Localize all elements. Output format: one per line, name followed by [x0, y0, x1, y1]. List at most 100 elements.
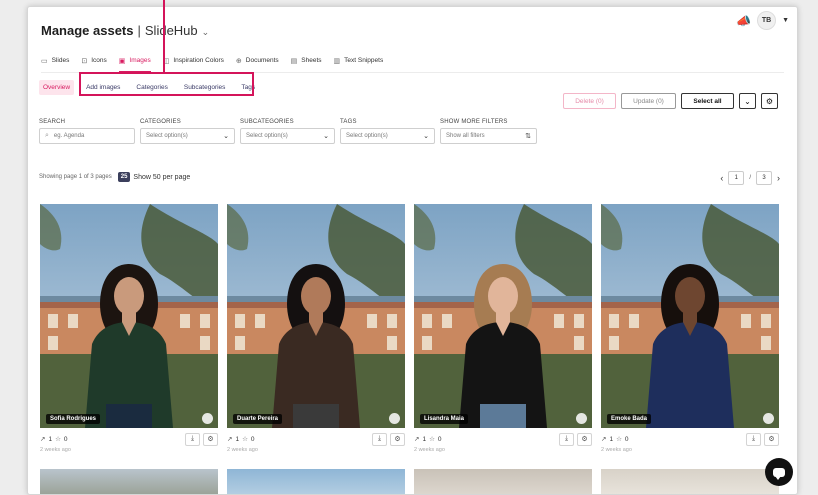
chevron-right-icon[interactable]: ›	[777, 173, 780, 183]
page-title: Manage assets | SlideHub ⌄	[41, 23, 209, 38]
asset-type-tabs: ▭ Slides ⊡ Icons ▣ Images ◫ Inspiration …	[41, 52, 383, 72]
download-icon[interactable]: ⤓	[185, 432, 200, 446]
search-input[interactable]: ⌕ eg. Agenda	[39, 128, 135, 144]
page-separator: /	[749, 175, 751, 181]
tags-select[interactable]: Select option(s) ⌄	[340, 128, 435, 144]
user-menu-caret-icon[interactable]: ▼	[782, 17, 789, 24]
chevron-down-icon[interactable]: ⌄	[202, 27, 210, 38]
tab-images[interactable]: ▣ Images	[118, 52, 151, 72]
star-icon[interactable]: ☆	[242, 435, 248, 443]
star-icon[interactable]: ☆	[616, 435, 622, 443]
uploaded-ago: 2 weeks ago	[40, 447, 71, 453]
trend-icon: ↗	[601, 436, 607, 443]
tab-label: Documents	[245, 57, 279, 64]
favorite-count: 0	[63, 435, 68, 443]
annotation-pointer-line	[163, 0, 165, 72]
more-filters: SHOW MORE FILTERS Show all filters ⇅	[440, 119, 537, 144]
per-page-badge[interactable]: 25	[117, 172, 131, 182]
tab-icons[interactable]: ⊡ Icons	[81, 52, 106, 72]
portrait-photo	[40, 204, 218, 428]
tags-value: Select option(s)	[346, 133, 388, 139]
image-grid-next-row	[40, 469, 779, 494]
gear-icon[interactable]: ⚙	[203, 432, 218, 446]
portrait-photo	[227, 204, 405, 428]
tab-inspiration-colors[interactable]: ◫ Inspiration Colors	[163, 52, 224, 72]
trend-icon: ↗	[40, 436, 46, 443]
icons-icon: ⊡	[81, 57, 88, 65]
categories-filter: CATEGORIES Select option(s) ⌄	[140, 119, 235, 144]
select-all-button[interactable]: Select all	[681, 93, 734, 109]
chevron-down-icon: ⌄	[323, 133, 329, 140]
image-card[interactable]: Emoke Bada ↗ 1 ☆ 0 ⤓ ⚙ 2 weeks ago	[601, 204, 779, 453]
workspace-switcher[interactable]: SlideHub	[145, 23, 198, 38]
image-card[interactable]: Sofia Rodrigues ↗ 1 ☆ 0 ⤓ ⚙ 2 weeks ago	[40, 204, 218, 453]
subcategories-select[interactable]: Select option(s) ⌄	[240, 128, 335, 144]
image-thumbnail[interactable]	[227, 469, 405, 494]
image-thumbnail[interactable]	[414, 469, 592, 494]
select-checkbox[interactable]	[389, 413, 400, 424]
subtab-overview[interactable]: Overview	[39, 80, 75, 95]
uploaded-ago: 2 weeks ago	[227, 447, 258, 453]
image-thumbnail[interactable]: Lisandra Maia	[414, 204, 592, 428]
portrait-photo	[414, 204, 592, 428]
download-icon[interactable]: ⤓	[746, 432, 761, 446]
update-button[interactable]: Update (0)	[621, 93, 676, 109]
image-card-meta: ↗ 1 ☆ 0 ⤓ ⚙	[40, 432, 218, 446]
tab-label: Sheets	[301, 57, 322, 64]
categories-value: Select option(s)	[146, 133, 188, 139]
slides-icon: ▭	[41, 57, 48, 65]
image-card[interactable]: Lisandra Maia ↗ 1 ☆ 0 ⤓ ⚙ 2 weeks ago	[414, 204, 592, 453]
avatar[interactable]: TB	[757, 11, 777, 30]
star-icon[interactable]: ☆	[55, 435, 61, 443]
delete-button[interactable]: Delete (0)	[563, 93, 616, 109]
image-thumbnail[interactable]: Sofia Rodrigues	[40, 204, 218, 428]
image-thumbnail[interactable]: Duarte Pereira	[227, 204, 405, 428]
categories-label: CATEGORIES	[140, 119, 181, 125]
tab-sheets[interactable]: ▤ Sheets	[291, 52, 322, 72]
favorite-count: 0	[624, 435, 629, 443]
paging-info: Showing page 1 of 3 pages 25 Show 50 per…	[39, 172, 190, 182]
chat-bubble-icon	[773, 467, 785, 480]
gear-icon[interactable]: ⚙	[761, 93, 778, 109]
tab-slides[interactable]: ▭ Slides	[41, 52, 69, 72]
user-area: 📣 TB ▼	[736, 11, 789, 30]
image-name-label: Duarte Pereira	[233, 414, 283, 424]
show-all-filters-button[interactable]: Show all filters ⇅	[440, 128, 537, 144]
tab-documents[interactable]: ⊕ Documents	[236, 52, 279, 72]
chat-button[interactable]	[765, 458, 793, 486]
tab-text-snippets[interactable]: ▥ Text Snippets	[334, 52, 384, 72]
categories-select[interactable]: Select option(s) ⌄	[140, 128, 235, 144]
images-icon: ▣	[118, 57, 126, 65]
favorite-count: 0	[250, 435, 255, 443]
tags-filter: TAGS Select option(s) ⌄	[340, 119, 435, 144]
download-icon[interactable]: ⤓	[559, 432, 574, 446]
image-card-meta: ↗ 1 ☆ 0 ⤓ ⚙	[227, 432, 405, 446]
image-card[interactable]: Duarte Pereira ↗ 1 ☆ 0 ⤓ ⚙ 2 weeks ago	[227, 204, 405, 453]
documents-icon: ⊕	[235, 57, 242, 65]
gear-icon[interactable]: ⚙	[764, 432, 779, 446]
current-page-input[interactable]: 1	[728, 171, 745, 185]
select-checkbox[interactable]	[763, 413, 774, 424]
tab-label: Icons	[91, 57, 107, 64]
uploaded-ago: 2 weeks ago	[601, 447, 632, 453]
chevron-left-icon[interactable]: ‹	[720, 173, 723, 183]
gear-icon[interactable]: ⚙	[577, 432, 592, 446]
chevron-down-icon[interactable]: ⌄	[739, 93, 756, 109]
star-icon[interactable]: ☆	[429, 435, 435, 443]
annotation-highlight-box	[79, 72, 254, 96]
image-card-meta: ↗ 1 ☆ 0 ⤓ ⚙	[601, 432, 779, 446]
favorite-count: 0	[437, 435, 442, 443]
download-icon[interactable]: ⤓	[372, 432, 387, 446]
select-checkbox[interactable]	[576, 413, 587, 424]
select-checkbox[interactable]	[202, 413, 213, 424]
image-thumbnail[interactable]	[601, 469, 779, 494]
per-page-link[interactable]: Show 50 per page	[133, 174, 190, 181]
megaphone-icon[interactable]: 📣	[736, 14, 751, 28]
image-thumbnail[interactable]	[40, 469, 218, 494]
gear-icon[interactable]: ⚙	[390, 432, 405, 446]
title-separator: |	[137, 23, 141, 38]
tab-label: Images	[129, 57, 151, 64]
subcategories-label: SUBCATEGORIES	[240, 119, 294, 125]
image-thumbnail[interactable]: Emoke Bada	[601, 204, 779, 428]
page-count-text: Showing page 1 of 3 pages	[39, 174, 112, 180]
